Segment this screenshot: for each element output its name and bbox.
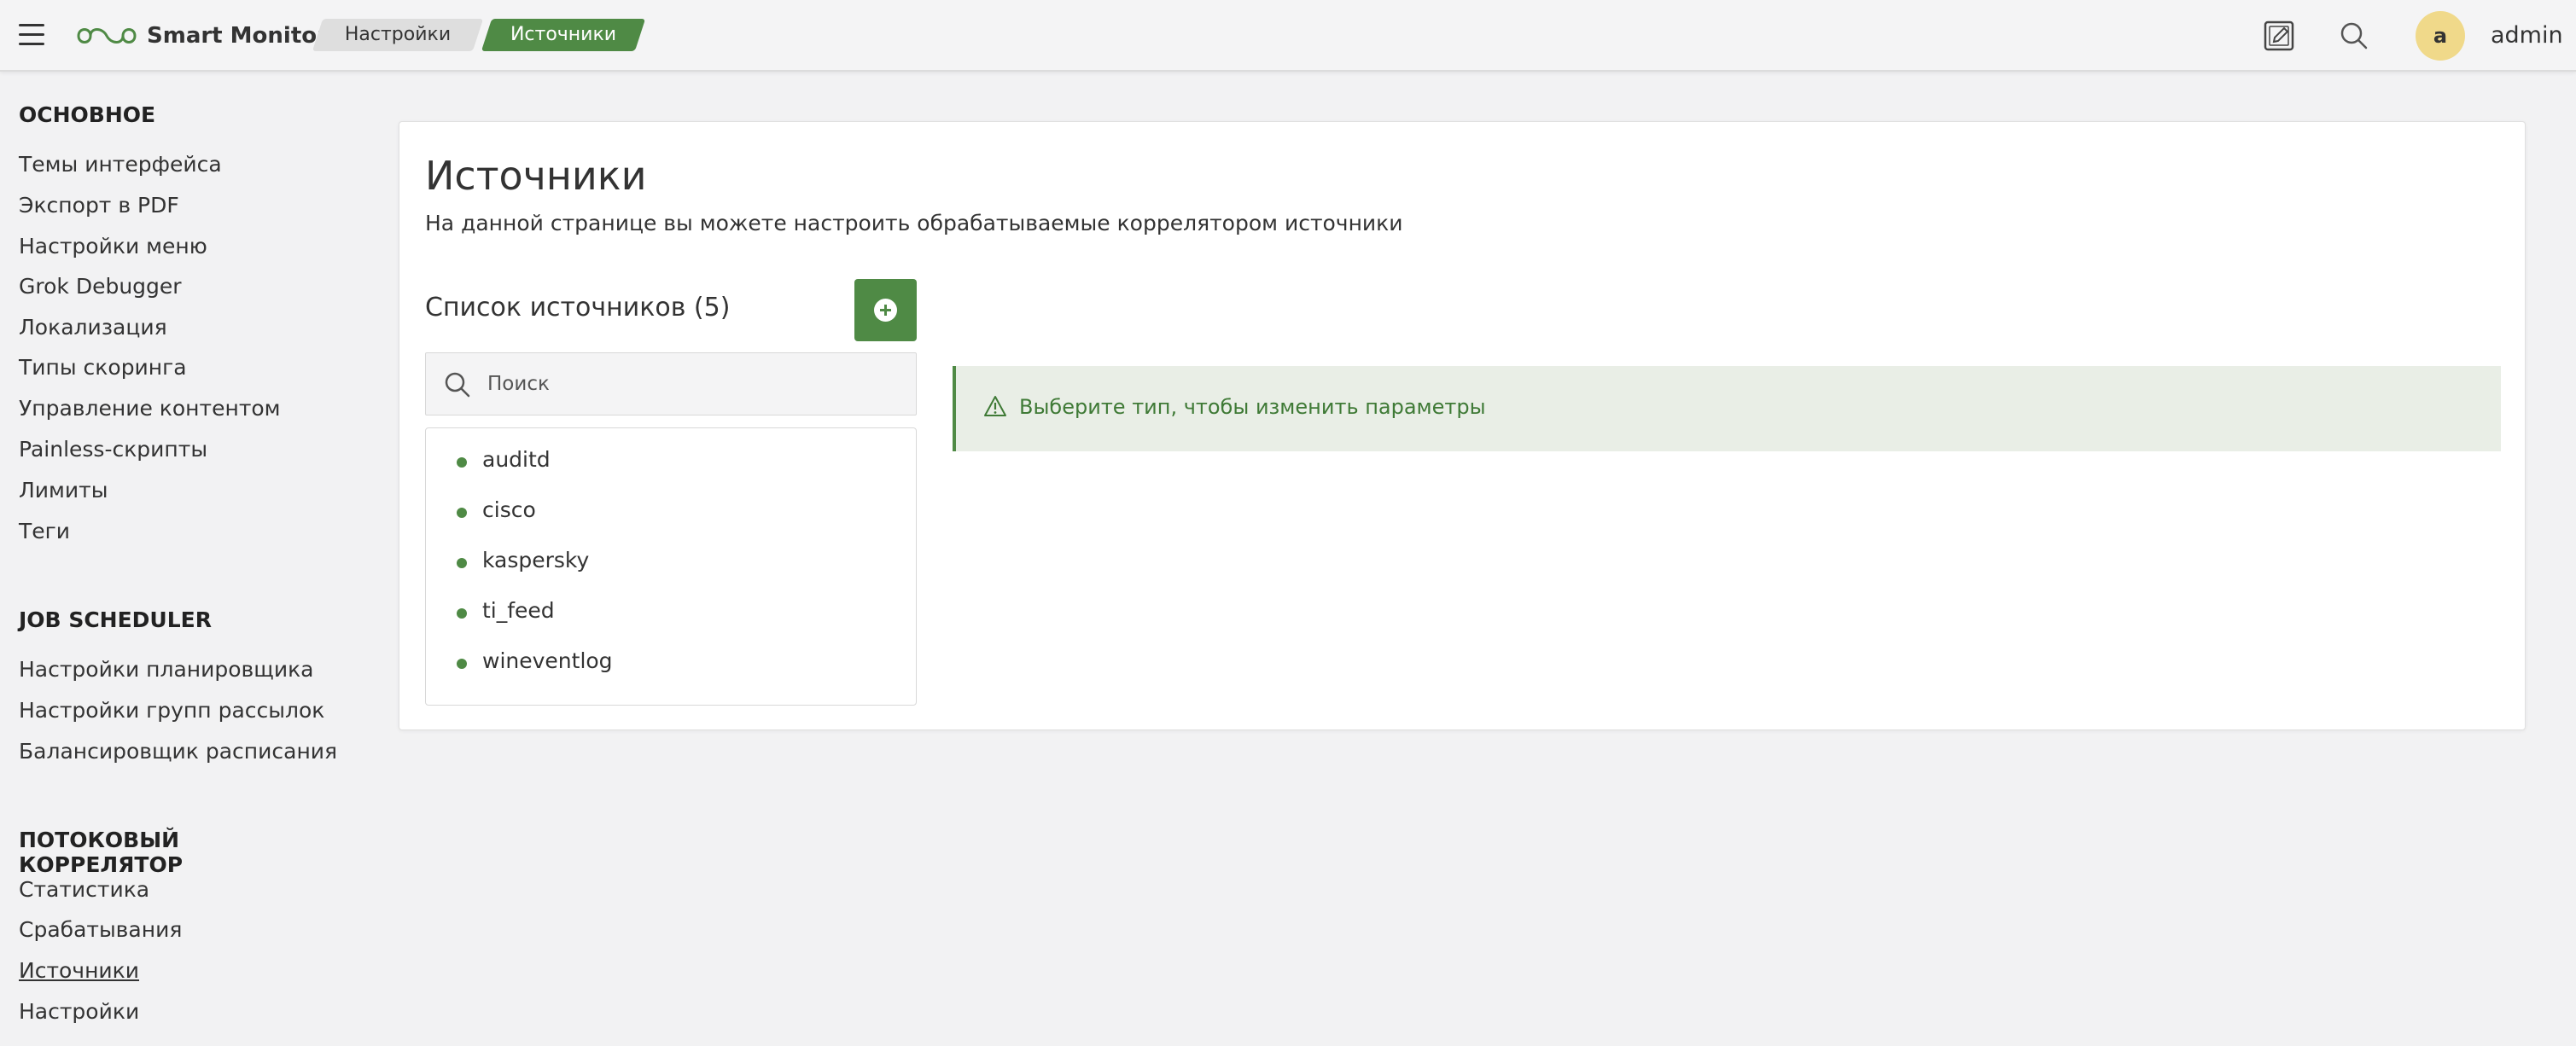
nav-item-alerts[interactable]: Срабатывания [19, 917, 182, 942]
add-source-button[interactable] [854, 279, 917, 341]
status-dot [457, 558, 467, 568]
nav-item-scheduler-settings[interactable]: Настройки планировщика [19, 657, 313, 682]
status-dot [457, 659, 467, 669]
search-icon [445, 372, 470, 398]
nav-item-content-management[interactable]: Управление контентом [19, 396, 281, 421]
app-name[interactable]: Smart Monitor [147, 20, 328, 51]
info-alert: Выберите тип, чтобы изменить параметры [953, 366, 2501, 451]
nav-item-mailing-groups[interactable]: Настройки групп рассылок [19, 698, 324, 723]
nav-item-menu-settings[interactable]: Настройки меню [19, 234, 207, 259]
section-title-stream-correlator: ПОТОКОВЫЙ КОРРЕЛЯТОР [19, 828, 184, 877]
nav-item-sources[interactable]: Источники [19, 958, 139, 983]
page-title: Источники [425, 153, 647, 199]
sources-list: auditd cisco kaspersky ti_feed wineventl… [425, 427, 917, 706]
sources-list-title: Список источников (5) [425, 293, 731, 323]
nav-item-tags[interactable]: Теги [19, 519, 70, 543]
avatar[interactable]: a [2416, 11, 2465, 61]
breadcrumb-settings[interactable]: Настройки [312, 19, 484, 51]
main-panel: Источники На данной странице вы можете н… [399, 121, 2526, 730]
search-input[interactable] [487, 353, 906, 415]
page-description: На данной странице вы можете настроить о… [425, 211, 1403, 235]
edit-icon[interactable] [2262, 19, 2296, 53]
nav-item-grok-debugger[interactable]: Grok Debugger [19, 274, 182, 299]
nav-item-limits[interactable]: Лимиты [19, 478, 108, 503]
section-title-main: ОСНОВНОЕ [19, 102, 156, 127]
status-dot [457, 457, 467, 468]
nav-item-export-pdf[interactable]: Экспорт в PDF [19, 193, 179, 218]
nav-item-statistics[interactable]: Статистика [19, 877, 149, 902]
nav-item-schedule-balancer[interactable]: Балансировщик расписания [19, 739, 337, 764]
status-dot [457, 608, 467, 619]
source-search [425, 352, 917, 415]
top-header: Smart Monitor Настройки Источники a admi… [0, 0, 2576, 72]
logo-icon [77, 28, 137, 44]
status-dot [457, 508, 467, 518]
menu-icon[interactable] [19, 24, 44, 46]
nav-item-themes[interactable]: Темы интерфейса [19, 152, 222, 177]
nav-item-correlator-settings[interactable]: Настройки [19, 999, 139, 1024]
nav-item-scoring-types[interactable]: Типы скоринга [19, 355, 187, 380]
alert-message: Выберите тип, чтобы изменить параметры [1019, 395, 1486, 419]
breadcrumb-sources[interactable]: Источники [481, 19, 646, 51]
nav-item-painless-scripts[interactable]: Painless-скрипты [19, 437, 207, 462]
search-icon[interactable] [2337, 19, 2371, 53]
warning-icon [984, 396, 1006, 416]
section-title-job-scheduler: JOB SCHEDULER [19, 607, 212, 632]
username[interactable]: admin [2491, 20, 2563, 51]
plus-circle-icon [874, 299, 897, 322]
nav-item-localization[interactable]: Локализация [19, 315, 167, 340]
